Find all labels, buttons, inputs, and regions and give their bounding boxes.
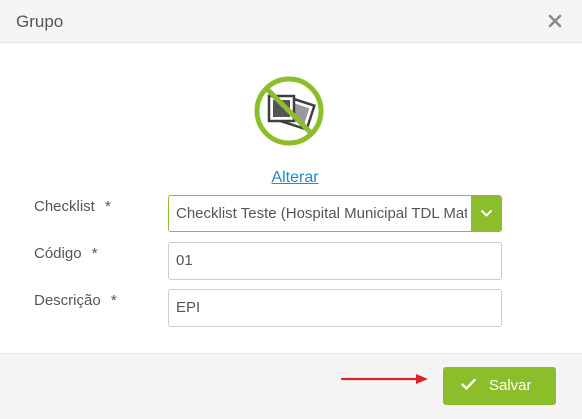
chevron-down-icon <box>481 210 492 217</box>
codigo-value: 01 <box>176 252 193 269</box>
change-image-row: Alterar <box>0 169 582 187</box>
codigo-label-text: Código <box>34 245 82 262</box>
codigo-input[interactable]: 01 <box>168 242 502 280</box>
check-icon <box>461 378 476 390</box>
descricao-input[interactable]: EPI <box>168 289 502 327</box>
checklist-dropdown-button[interactable] <box>471 196 501 231</box>
save-button-label: Salvar <box>489 377 532 394</box>
checklist-select[interactable]: Checklist Teste (Hospital Municipal TDL … <box>168 195 502 232</box>
modal-title: Grupo <box>16 12 64 31</box>
change-image-link[interactable]: Alterar <box>271 169 318 186</box>
descricao-label: Descrição * <box>34 292 117 309</box>
group-image <box>252 74 326 148</box>
checklist-selected-value: Checklist Teste (Hospital Municipal TDL … <box>176 205 467 222</box>
required-mark: * <box>110 292 117 309</box>
no-image-icon <box>254 76 324 146</box>
close-button[interactable] <box>545 11 565 31</box>
codigo-label: Código * <box>34 245 98 262</box>
close-icon <box>548 14 562 28</box>
checklist-label-text: Checklist <box>34 198 95 215</box>
modal-header: Grupo <box>0 0 582 43</box>
save-button[interactable]: Salvar <box>443 367 556 405</box>
required-mark: * <box>105 198 111 215</box>
descricao-value: EPI <box>176 299 201 316</box>
required-mark: * <box>91 245 98 262</box>
checklist-label: Checklist * <box>34 198 111 215</box>
red-arrow-icon <box>340 374 428 384</box>
descricao-label-text: Descrição <box>34 292 101 309</box>
group-modal: Grupo Alterar Checklist * Checklist Test… <box>0 0 582 419</box>
